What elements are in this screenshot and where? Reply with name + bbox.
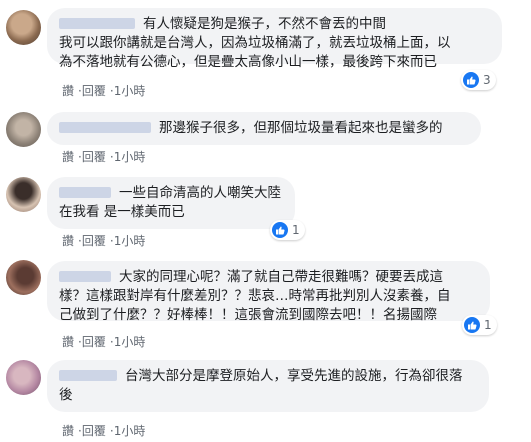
reply-link[interactable]: 回覆 [82,150,106,164]
like-link[interactable]: 讚 [62,150,74,164]
like-link[interactable]: 讚 [62,84,74,98]
comment-bubble: 大家的同理心呢？滿了就自己帶走很難嗎？硬要丟成這 樣？這樣跟對岸有什麼差別？？悲… [47,261,490,323]
commenter-name[interactable] [59,122,151,133]
avatar[interactable] [6,360,41,395]
comment-actions: 讚 ·回覆 ·1小時 [62,333,145,350]
timestamp[interactable]: 1小時 [114,424,146,438]
comment-text: 那邊猴子很多，但那個垃圾量看起來也是蠻多的 [159,120,443,136]
comment-item: 有人懷疑是狗是猴子，不然不會丟的中間 我可以跟你講就是台灣人，因為垃圾桶滿了，就… [0,0,531,100]
comment-actions: 讚 ·回覆 ·1小時 [62,82,145,99]
comment-text: 後 [59,387,73,403]
commenter-name[interactable] [59,271,111,282]
timestamp[interactable]: 1小時 [114,234,146,248]
comment-item: 那邊猴子很多，但那個垃圾量看起來也是蠻多的 讚 ·回覆 ·1小時 [0,108,531,168]
comment-actions: 讚 ·回覆 ·1小時 [62,148,145,165]
reaction-count: 1 [484,318,492,332]
comment-bubble: 一些自命清高的人嘲笑大陸 在我看 是一樣美而已 [47,177,295,229]
comment-text: 大家的同理心呢？滿了就自己帶走很難嗎？硬要丟成這 [119,269,443,285]
timestamp[interactable]: 1小時 [114,150,146,164]
timestamp[interactable]: 1小時 [114,84,146,98]
comment-text: 己做到了什麼？？好棒棒！！這張會流到國際去吧！！名揚國際 [59,307,437,323]
avatar[interactable] [6,260,41,295]
avatar[interactable] [6,10,41,45]
comment-text: 我可以跟你講就是台灣人，因為垃圾桶滿了，就丟垃圾桶上面，以 [59,35,451,51]
like-thumb-icon [463,72,479,88]
like-thumb-icon [464,317,480,333]
comment-text: 為不落地就有公德心，但是疊太高像小山一樣，最後跨下來而已 [59,54,437,70]
avatar[interactable] [6,177,41,212]
comment-actions: 讚 ·回覆 ·1小時 [62,422,145,439]
timestamp[interactable]: 1小時 [114,335,146,349]
reaction-badge[interactable]: 1 [462,315,497,335]
reply-link[interactable]: 回覆 [82,335,106,349]
reaction-count: 3 [483,73,491,87]
like-thumb-icon [272,222,288,238]
comment-item: 大家的同理心呢？滿了就自己帶走很難嗎？硬要丟成這 樣？這樣跟對岸有什麼差別？？悲… [0,255,531,355]
comment-bubble: 那邊猴子很多，但那個垃圾量看起來也是蠻多的 [47,112,481,145]
comment-text: 在我看 是一樣美而已 [59,204,185,220]
comment-text: 台灣大部分是摩登原始人，享受先進的設施，行為卻很落 [125,368,463,384]
reply-link[interactable]: 回覆 [82,234,106,248]
comment-text: 樣？這樣跟對岸有什麼差別？？悲哀…時常再批判別人沒素養，自 [59,288,451,304]
reaction-badge[interactable]: 1 [270,220,305,240]
reaction-badge[interactable]: 3 [461,70,496,90]
comment-text: 一些自命清高的人嘲笑大陸 [119,185,281,201]
like-link[interactable]: 讚 [62,335,74,349]
comment-bubble: 台灣大部分是摩登原始人，享受先進的設施，行為卻很落 後 [47,360,489,412]
like-link[interactable]: 讚 [62,234,74,248]
commenter-name[interactable] [59,187,111,198]
like-link[interactable]: 讚 [62,424,74,438]
comment-bubble: 有人懷疑是狗是猴子，不然不會丟的中間 我可以跟你講就是台灣人，因為垃圾桶滿了，就… [47,8,502,70]
reply-link[interactable]: 回覆 [82,424,106,438]
avatar[interactable] [6,112,41,147]
comment-text: 有人懷疑是狗是猴子，不然不會丟的中間 [143,16,386,32]
reaction-count: 1 [292,223,300,237]
comment-item: 台灣大部分是摩登原始人，享受先進的設施，行為卻很落 後 讚 ·回覆 ·1小時 [0,358,531,442]
commenter-name[interactable] [59,370,117,381]
commenter-name[interactable] [59,18,135,29]
comment-item: 一些自命清高的人嘲笑大陸 在我看 是一樣美而已 1 讚 ·回覆 ·1小時 [0,170,531,252]
reply-link[interactable]: 回覆 [82,84,106,98]
comment-actions: 讚 ·回覆 ·1小時 [62,232,145,249]
